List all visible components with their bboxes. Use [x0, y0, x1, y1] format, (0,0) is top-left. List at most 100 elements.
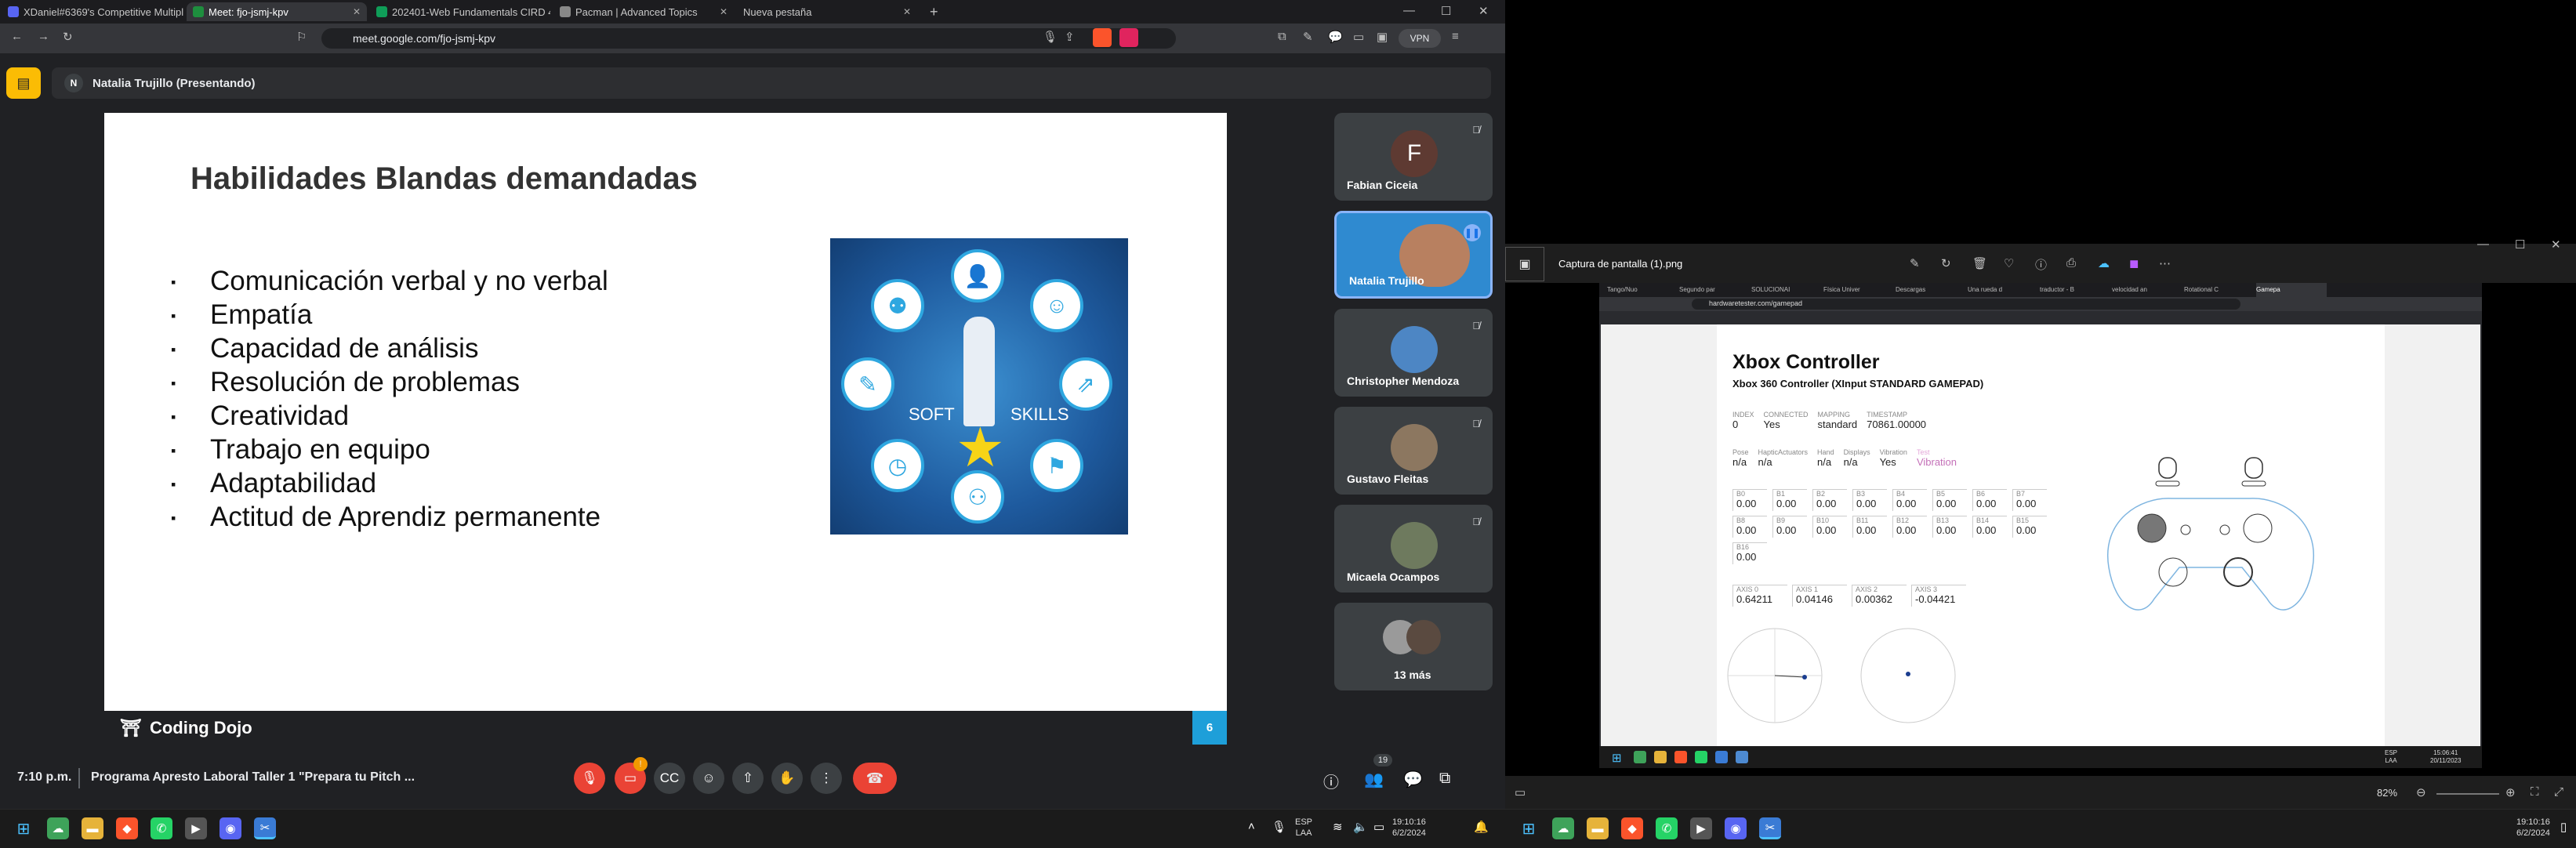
avatar [1391, 522, 1438, 569]
participant-tile[interactable]: 🎙̸ Gustavo Fleitas [1334, 407, 1493, 495]
window-close-icon[interactable]: ✕ [2551, 237, 2561, 252]
back-icon[interactable]: ← [11, 30, 23, 43]
tray-chevron-icon[interactable]: ˄ [1248, 820, 1255, 833]
person-icon: 👤 [951, 249, 1004, 303]
window-close-icon[interactable]: ✕ [1478, 4, 1489, 18]
info-icon[interactable]: ⓘ [1323, 770, 1339, 792]
close-icon[interactable]: ✕ [903, 6, 911, 17]
close-icon[interactable]: ✕ [720, 6, 727, 17]
reload-icon[interactable]: ↻ [63, 30, 73, 44]
maximize-icon[interactable]: ☐ [2515, 237, 2525, 252]
onedrive-icon[interactable]: ☁ [2098, 256, 2110, 270]
button-readout: B2 0.00 [1812, 489, 1847, 511]
list-item: Adaptabilidad [171, 466, 608, 502]
chat-icon[interactable]: 💬 [1328, 30, 1343, 44]
zoom-slider[interactable] [2436, 793, 2499, 795]
forward-icon[interactable]: → [38, 30, 49, 43]
fullscreen-icon[interactable]: ⤢ [2554, 785, 2563, 799]
language-indicator[interactable]: ESP LAA [1295, 817, 1312, 839]
brave-shield-icon[interactable] [1093, 28, 1112, 47]
zoom-in-icon[interactable]: ⊕ [2505, 785, 2516, 799]
filmstrip-icon[interactable]: ▭ [1515, 785, 1526, 799]
snipping-icon[interactable]: ✂ [254, 817, 276, 839]
tab-discord[interactable]: XDaniel#6369's Competitive Multiplay✕ [2, 2, 183, 21]
app-icon[interactable]: ☁ [1552, 817, 1574, 839]
info-icon[interactable]: ⓘ [2035, 256, 2047, 273]
delete-icon[interactable]: 🗑 [1972, 256, 1987, 270]
participant-tile[interactable]: ❚❚ Natalia Trujillo [1334, 211, 1493, 299]
present-button[interactable]: ⇧ [732, 763, 764, 794]
people-icon[interactable]: 👥 [1364, 770, 1384, 789]
participant-tile[interactable]: 🎙̸ Christopher Mendoza [1334, 309, 1493, 397]
app-icon[interactable]: ☁ [47, 817, 69, 839]
inner-clock: 15:06:41 20/11/2023 [2430, 749, 2462, 764]
minimize-icon[interactable]: — [1403, 4, 1415, 17]
more-options-button[interactable]: ⋮ [811, 763, 842, 794]
mic-tray-icon[interactable]: 🎙 [1272, 820, 1286, 834]
chat-icon[interactable]: 💬 [1403, 770, 1423, 789]
fit-icon[interactable]: ⛶ [2531, 785, 2539, 799]
axis-readout: AXIS 2 0.00362 [1852, 585, 1907, 607]
clock[interactable]: 19:10:16 6/2/2024 [2516, 817, 2550, 839]
whatsapp-icon[interactable]: ✆ [151, 817, 172, 839]
windows-start-icon[interactable]: ⊞ [13, 817, 34, 839]
media-icon[interactable]: ▶ [185, 817, 207, 839]
leave-call-button[interactable]: ☎ [853, 763, 897, 794]
discord-icon[interactable]: ◉ [1725, 817, 1747, 839]
vibration-test-link[interactable]: Vibration [1917, 456, 1957, 468]
wallet-icon[interactable]: ▣ [1377, 30, 1388, 44]
favorite-icon[interactable]: ♡ [2004, 256, 2014, 270]
extensions-icon[interactable]: ⧉ [1278, 30, 1286, 43]
new-tab-icon[interactable]: + [930, 4, 938, 20]
media-icon[interactable]: ▶ [1690, 817, 1712, 839]
address-bar-row: ← → ↻ ⚐ meet.google.com/fjo-jsmj-kpv 🎙 ⇪… [0, 24, 1505, 53]
left-monitor: XDaniel#6369's Competitive Multiplay✕ Me… [0, 0, 1505, 848]
notification-icon[interactable]: 🔔 [1474, 820, 1489, 834]
snipping-icon[interactable]: ✂ [1759, 817, 1781, 839]
volume-icon[interactable]: 🔈 [1353, 820, 1368, 834]
tab-sheets[interactable]: 202401-Web Fundamentals CIRD 4 Fi✕ [370, 2, 550, 21]
emoji-button[interactable]: ☺ [693, 763, 724, 794]
mic-icon[interactable]: 🎙 [1043, 30, 1058, 44]
tab-new[interactable]: Nueva pestaña ✕ [737, 2, 917, 21]
share-icon[interactable]: ⇪ [1065, 30, 1075, 44]
whatsapp-icon[interactable]: ✆ [1656, 817, 1678, 839]
sidebar-icon[interactable]: ▭ [1353, 30, 1364, 44]
maximize-icon[interactable]: ☐ [1441, 4, 1451, 18]
participant-tile[interactable]: F 🎙̸ Fabian Ciceia [1334, 113, 1493, 201]
brave-icon[interactable]: ◆ [116, 817, 138, 839]
clock[interactable]: 19:10:16 6/2/2024 [1392, 817, 1426, 839]
mic-toggle-button[interactable]: 🎙 [574, 763, 605, 794]
menu-icon[interactable]: ≡ [1452, 30, 1459, 43]
clipchamp-icon[interactable]: ◼ [2129, 256, 2139, 270]
more-participants-tile[interactable]: 13 más [1334, 603, 1493, 690]
close-icon[interactable]: ✕ [353, 6, 361, 17]
brave-icon[interactable]: ◆ [1621, 817, 1643, 839]
notification-icon[interactable]: ▯ [2560, 820, 2567, 834]
presentation-icon[interactable]: ▤ [6, 67, 41, 99]
discord-icon[interactable]: ◉ [220, 817, 241, 839]
button-readout: B12 0.00 [1892, 516, 1927, 538]
vpn-button[interactable]: VPN [1399, 29, 1441, 48]
rotate-icon[interactable]: ↻ [1941, 256, 1951, 270]
captions-button[interactable]: CC [654, 763, 685, 794]
folder-icon[interactable]: ▬ [82, 817, 103, 839]
tab-pacman[interactable]: Pacman | Advanced Topics ✕ [553, 2, 734, 21]
battery-icon[interactable]: ▭ [1373, 820, 1384, 834]
edit-icon[interactable]: ✎ [1303, 30, 1313, 44]
edit-icon[interactable]: ✎ [1910, 256, 1920, 270]
windows-start-icon[interactable]: ⊞ [1518, 817, 1540, 839]
folder-icon[interactable]: ▬ [1587, 817, 1609, 839]
wifi-icon[interactable]: ≋ [1333, 820, 1343, 834]
participant-tile[interactable]: 🎙̸ Micaela Ocampos [1334, 505, 1493, 593]
gallery-icon[interactable]: ▣ [1505, 247, 1544, 281]
print-icon[interactable]: ⎙ [2066, 256, 2076, 270]
minimize-icon[interactable]: — [2477, 237, 2489, 251]
bookmark-icon[interactable]: ⚐ [296, 30, 307, 44]
tab-meet[interactable]: Meet: fjo-jsmj-kpv ✕ [187, 2, 367, 21]
raise-hand-button[interactable]: ✋ [771, 763, 803, 794]
zoom-out-icon[interactable]: ⊖ [2416, 785, 2426, 799]
activities-icon[interactable]: ⧉ [1439, 770, 1450, 788]
more-icon[interactable]: ⋯ [2159, 256, 2171, 270]
brave-rewards-icon[interactable] [1119, 28, 1138, 47]
